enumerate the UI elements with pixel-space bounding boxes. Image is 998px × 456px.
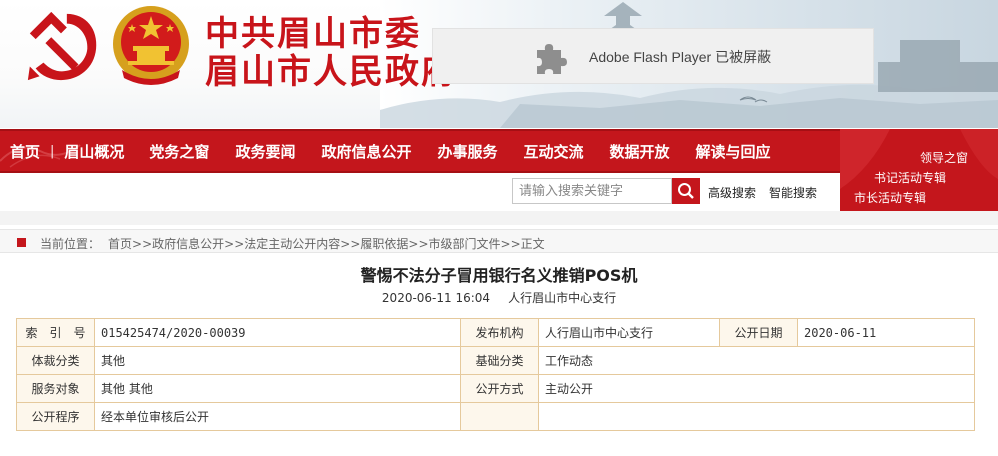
nav-item-home[interactable]: 首页: [0, 141, 40, 162]
party-emblem-icon: [27, 11, 97, 81]
publish-date-label: 公开日期: [719, 318, 798, 347]
breadcrumb-path: 首页>>政府信息公开>>法定主动公开内容>>履职依据>>市级部门文件>>正文: [108, 235, 545, 252]
national-emblem-icon: [113, 6, 189, 85]
nav-item-services[interactable]: 办事服务: [411, 141, 497, 162]
disclosure-mode-label: 公开方式: [460, 374, 539, 403]
advanced-search-link[interactable]: 高级搜索: [708, 184, 756, 201]
article-datetime: 2020-06-11 16:04: [381, 291, 491, 305]
genre-value: 其他: [94, 346, 461, 375]
breadcrumb-item-duty-basis[interactable]: 履职依据: [360, 237, 408, 251]
nav-item-party[interactable]: 党务之窗: [124, 141, 209, 162]
nav-item-interaction[interactable]: 互动交流: [497, 141, 583, 162]
flash-blocked-text: Adobe Flash Player 已被屏蔽: [589, 49, 772, 65]
table-row: 服务对象 其他 其他 公开方式 主动公开: [16, 374, 975, 403]
basic-category-value: 工作动态: [538, 346, 975, 375]
breadcrumb-separator: >>: [340, 237, 361, 251]
breadcrumb-separator: >>: [408, 237, 429, 251]
nav-item-overview[interactable]: 眉山概况: [54, 141, 124, 162]
nav-item-open-data[interactable]: 数据开放: [584, 141, 670, 162]
audience-label: 服务对象: [16, 374, 95, 403]
breadcrumb-label: 当前位置：: [40, 237, 101, 251]
breadcrumb-separator: >>: [224, 237, 245, 251]
article-meta: 2020-06-11 16:04 人行眉山市中心支行: [0, 289, 998, 306]
publish-date-value: 2020-06-11: [797, 318, 975, 347]
breadcrumb-separator: >>: [500, 237, 521, 251]
table-row: 索 引 号 015425474/2020-00039 发布机构 人行眉山市中心支…: [16, 318, 975, 347]
site-title-line2: 眉山市人民政府: [205, 52, 457, 92]
procedure-value: 经本单位审核后公开: [94, 402, 461, 431]
leader-window-link[interactable]: 领导之窗: [920, 149, 968, 166]
document-info-table: 索 引 号 015425474/2020-00039 发布机构 人行眉山市中心支…: [16, 318, 975, 431]
section-divider: [0, 211, 998, 225]
nav-item-interpretation[interactable]: 解读与回应: [670, 141, 771, 162]
publisher-label: 发布机构: [460, 318, 539, 347]
header-banner: 中共眉山市委 眉山市人民政府 Adobe Flash Player 已被屏蔽: [0, 0, 998, 128]
search-icon: [678, 183, 694, 199]
breadcrumb-item-current: 正文: [520, 237, 545, 251]
article-source: 人行眉山市中心支行: [508, 291, 617, 305]
index-number-value: 015425474/2020-00039: [94, 318, 461, 347]
table-row: 公开程序 经本单位审核后公开: [16, 402, 975, 431]
secretary-activities-link[interactable]: 书记活动专辑: [874, 169, 946, 186]
breadcrumb-separator: >>: [132, 237, 153, 251]
nav-separator: |: [50, 143, 55, 159]
empty-cell: [460, 402, 539, 431]
nav-item-news[interactable]: 政务要闻: [209, 141, 295, 162]
article-title: 警惕不法分子冒用银行名义推销POS机: [360, 266, 638, 285]
smart-search-link[interactable]: 智能搜索: [769, 184, 817, 201]
index-number-label: 索 引 号: [16, 318, 95, 347]
flash-blocked-placeholder[interactable]: Adobe Flash Player 已被屏蔽: [432, 28, 874, 84]
search-button[interactable]: [672, 178, 700, 204]
page: 中共眉山市委 眉山市人民政府 Adobe Flash Player 已被屏蔽 首…: [0, 0, 998, 456]
nav-item-gov-info[interactable]: 政府信息公开: [295, 141, 411, 162]
breadcrumb: 当前位置： 首页>>政府信息公开>>法定主动公开内容>>履职依据>>市级部门文件…: [0, 229, 998, 253]
breadcrumb-item-gov-info[interactable]: 政府信息公开: [152, 237, 224, 251]
procedure-label: 公开程序: [16, 402, 95, 431]
leader-links-panel: 领导之窗 书记活动专辑 市长活动专辑: [840, 129, 998, 211]
empty-cell: [538, 402, 975, 431]
location-icon: [17, 238, 26, 247]
search-row: 请输入搜索关键字 高级搜索 智能搜索: [0, 173, 840, 211]
search-input[interactable]: 请输入搜索关键字: [512, 178, 672, 204]
basic-category-label: 基础分类: [460, 346, 539, 375]
audience-value: 其他 其他: [94, 374, 461, 403]
publisher-value: 人行眉山市中心支行: [538, 318, 720, 347]
plugin-puzzle-icon: [537, 44, 567, 74]
breadcrumb-item-home[interactable]: 首页: [108, 237, 132, 251]
mayor-activities-link[interactable]: 市长活动专辑: [854, 189, 926, 206]
breadcrumb-item-dept-files[interactable]: 市级部门文件: [429, 237, 501, 251]
disclosure-mode-value: 主动公开: [538, 374, 975, 403]
nav-menu: 首页 | 眉山概况 党务之窗 政务要闻 政府信息公开 办事服务 互动交流 数据开…: [0, 131, 771, 171]
breadcrumb-item-statutory[interactable]: 法定主动公开内容: [244, 237, 340, 251]
table-row: 体裁分类 其他 基础分类 工作动态: [16, 346, 975, 375]
genre-label: 体裁分类: [16, 346, 95, 375]
